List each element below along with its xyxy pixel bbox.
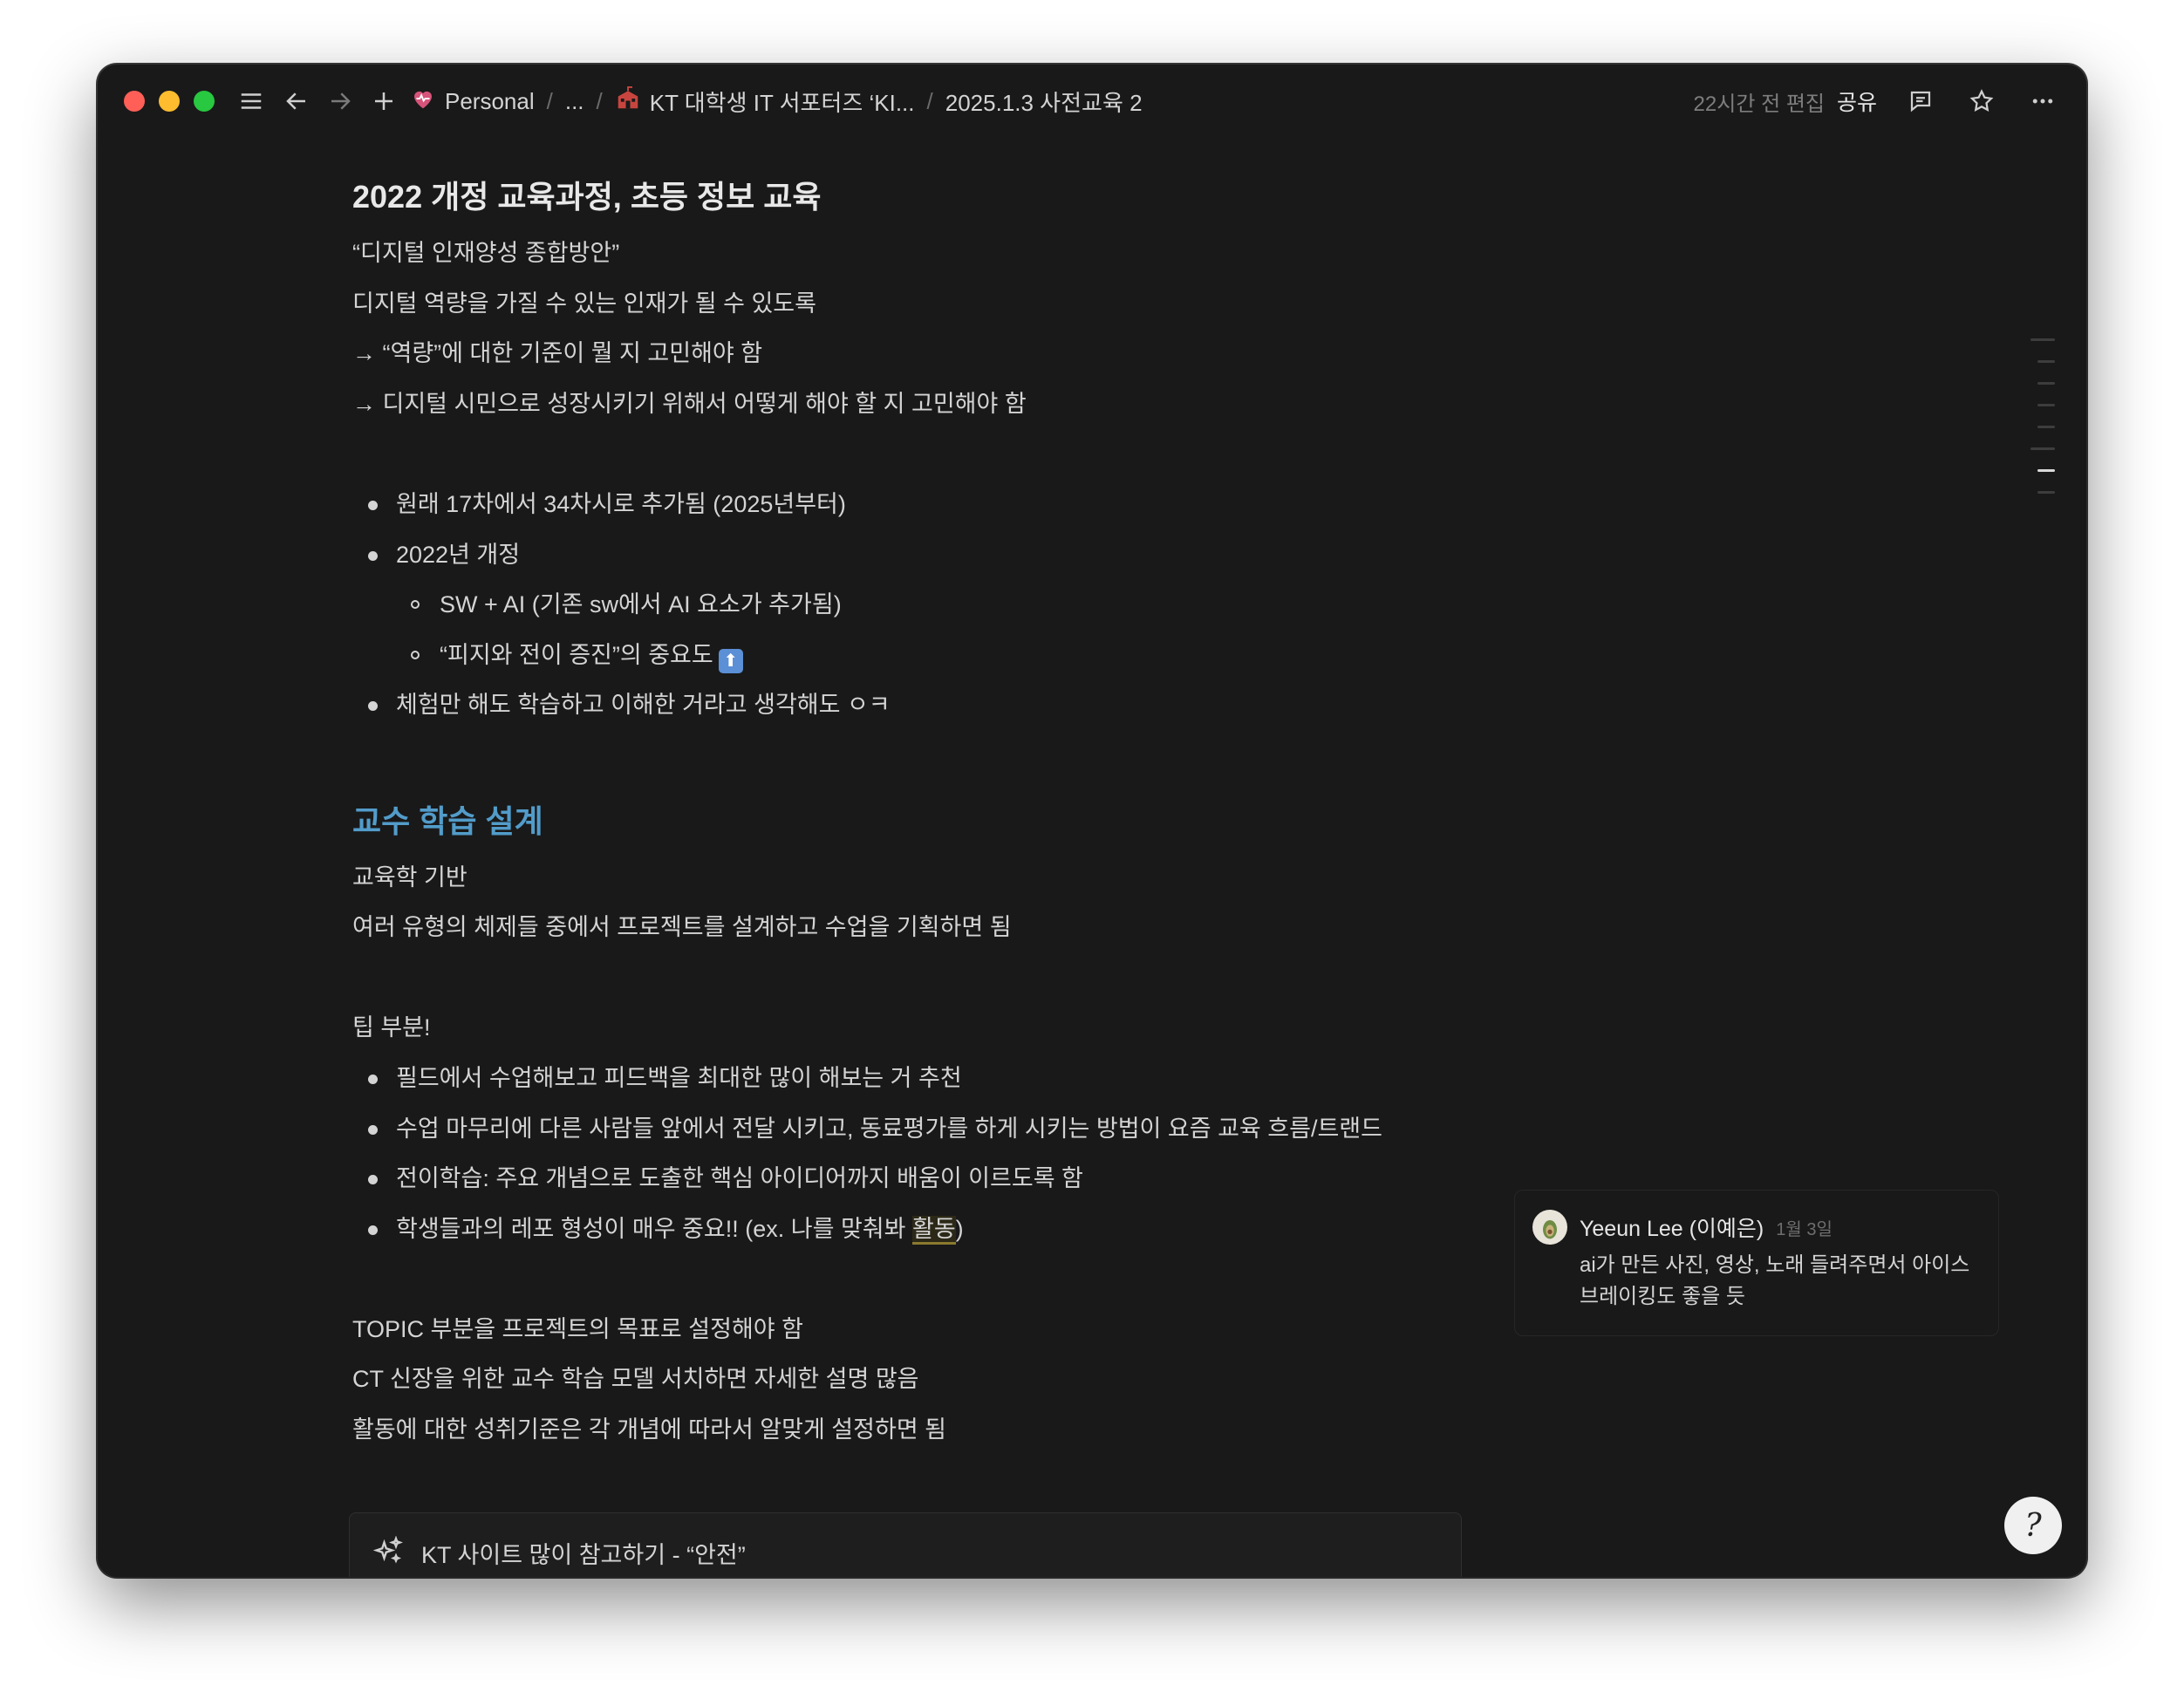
bullet-item[interactable]: 수업 마무리에 다른 사람들 앞에서 전달 시키고, 동료평가를 하게 시키는 … (352, 1104, 1573, 1155)
breadcrumb-current[interactable]: 2025.1.3 사전교육 2 (945, 85, 1143, 118)
app-window: Personal / ... / KT 대학생 IT 서포터즈 ‘KI... /… (98, 65, 2086, 1577)
breadcrumb: Personal / ... / KT 대학생 IT 서포터즈 ‘KI... /… (410, 85, 1143, 118)
text-block[interactable]: 디지털 역량을 가질 수 있는 인재가 될 수 있도록 (352, 279, 1573, 330)
more-icon[interactable] (2025, 84, 2060, 119)
maximize-window-button[interactable] (194, 91, 215, 112)
menu-icon[interactable] (234, 84, 269, 119)
forward-arrow-icon[interactable] (323, 84, 358, 119)
text-block[interactable]: “디지털 인재양성 종합방안” (352, 229, 1573, 279)
comment-text-line: 브레이킹도 좋을 듯 (1580, 1285, 1745, 1308)
bullet-item[interactable]: 2022년 개정 (352, 530, 1573, 581)
callout-block[interactable]: KT 사이트 많이 참고하기 - “안전” (349, 1512, 1462, 1577)
comment-text-line: ai가 만든 사진, 영상, 노래 들려주면서 아이스 (1580, 1253, 1970, 1277)
notion-ai-icon: ? (2024, 1507, 2042, 1544)
empty-block[interactable] (352, 731, 1573, 781)
outline-marker[interactable] (2030, 338, 2055, 341)
text-block[interactable]: → “역량”에 대한 기준이 뭘 지 고민해야 함 (352, 329, 1573, 379)
comment-author: Yeeun Lee (이예은) (1580, 1217, 1764, 1241)
minimize-window-button[interactable] (159, 91, 180, 112)
text-block[interactable]: TOPIC 부분을 프로젝트의 목표로 설정해야 함 (352, 1305, 1573, 1355)
sparkles-icon (372, 1535, 404, 1573)
breadcrumb-parent[interactable]: KT 대학생 IT 서포터즈 ‘KI... (615, 85, 915, 118)
outline-marker[interactable] (2037, 360, 2055, 363)
title-bar: Personal / ... / KT 대학생 IT 서포터즈 ‘KI... /… (98, 65, 2086, 138)
outline-marker[interactable] (2037, 404, 2055, 406)
outline-marker-active[interactable] (2037, 469, 2055, 472)
sub-bullet-text: “피지와 전이 증진”의 중요도 (440, 641, 713, 668)
ai-assistant-button[interactable]: ? (2004, 1497, 2062, 1554)
text-block[interactable]: 활동에 대한 성취기준은 각 개념에 따라서 알맞게 설정하면 됨 (352, 1405, 1573, 1456)
comment-date: 1월 3일 (1776, 1219, 1833, 1239)
breadcrumb-ellipsis[interactable]: ... (565, 88, 584, 115)
comment-text: ai가 만든 사진, 영상, 노래 들려주면서 아이스 브레이킹도 좋을 듯 (1580, 1250, 1981, 1313)
plus-icon[interactable] (366, 84, 401, 119)
outline-marker[interactable] (2037, 382, 2055, 385)
empty-block[interactable] (352, 953, 1573, 1004)
sub-bullet-item[interactable]: “피지와 전이 증진”의 중요도 ⬆ (352, 631, 1573, 681)
empty-block[interactable] (352, 429, 1573, 480)
callout-text: KT 사이트 많이 참고하기 - “안전” (421, 1542, 746, 1568)
bullet-item[interactable]: 전이학습: 주요 개념으로 도출한 핵심 아이디어까지 배움이 이르도록 함 (352, 1154, 1573, 1204)
section-heading[interactable]: 2022 개정 교육과정, 초등 정보 교육 (352, 166, 1573, 229)
star-icon[interactable] (1964, 84, 1999, 119)
text-block[interactable]: 교육학 기반 (352, 853, 1573, 904)
commented-text-highlight[interactable]: 활동 (911, 1215, 956, 1245)
sub-bullet-item[interactable]: SW + AI (기존 sw에서 AI 요소가 추가됨) (352, 580, 1573, 631)
outline-marker[interactable] (2030, 447, 2055, 450)
breadcrumb-separator: / (926, 87, 933, 114)
bullet-item[interactable]: 학생들과의 레포 형성이 매우 중요!! (ex. 나를 맞춰봐 활동) (352, 1204, 1573, 1255)
avatar[interactable] (1532, 1210, 1567, 1245)
page-content: 2022 개정 교육과정, 초등 정보 교육 “디지털 인재양성 종합방안” 디… (352, 166, 1573, 1456)
comment-icon[interactable] (1903, 84, 1938, 119)
bullet-item[interactable]: 원래 17차에서 34차시로 추가됨 (2025년부터) (352, 480, 1573, 530)
text-block[interactable]: 여러 유형의 체제들 중에서 프로젝트를 설계하고 수업을 기획하면 됨 (352, 903, 1573, 953)
last-edited-text: 22시간 전 편집 (1693, 92, 1825, 116)
window-controls (124, 91, 215, 112)
close-window-button[interactable] (124, 91, 145, 112)
table-of-contents-outline[interactable] (2030, 338, 2057, 513)
heart-icon (410, 85, 436, 118)
up-arrow-icon: ⬆ (718, 648, 743, 673)
outline-marker[interactable] (2037, 426, 2055, 428)
empty-block[interactable] (352, 1254, 1573, 1305)
text-block[interactable]: → 디지털 시민으로 성장시키기 위해서 어떻게 해야 할 지 고민해야 함 (352, 379, 1573, 430)
back-arrow-icon[interactable] (279, 84, 314, 119)
bullet-item[interactable]: 체험만 해도 학습하고 이해한 거라고 생각해도 ㅇㅋ (352, 680, 1573, 731)
comment-header: Yeeun Lee (이예은) 1월 3일 (1532, 1210, 1981, 1245)
text-block[interactable]: 팁 부분! (352, 1003, 1573, 1054)
outline-marker[interactable] (2037, 491, 2055, 494)
section-heading[interactable]: 교수 학습 설계 (352, 790, 1573, 853)
bullet-item[interactable]: 필드에서 수업해보고 피드백을 최대한 많이 해보는 거 추천 (352, 1054, 1573, 1104)
breadcrumb-workspace[interactable]: Personal (410, 85, 535, 118)
breadcrumb-separator: / (546, 87, 553, 114)
bullet-text: 학생들과의 레포 형성이 매우 중요!! (ex. 나를 맞춰봐 (396, 1215, 912, 1242)
text-block[interactable]: CT 신장을 위한 교수 학습 모델 서치하면 자세한 설명 많음 (352, 1355, 1573, 1405)
share-button[interactable]: 공유 (1837, 85, 1877, 117)
school-icon (615, 85, 641, 118)
comment-thread[interactable]: Yeeun Lee (이예은) 1월 3일 ai가 만든 사진, 영상, 노래 … (1514, 1190, 1999, 1336)
breadcrumb-separator: / (596, 87, 603, 114)
title-bar-actions: 22시간 전 편집 공유 (1694, 84, 2060, 119)
bullet-text: ) (955, 1215, 964, 1242)
